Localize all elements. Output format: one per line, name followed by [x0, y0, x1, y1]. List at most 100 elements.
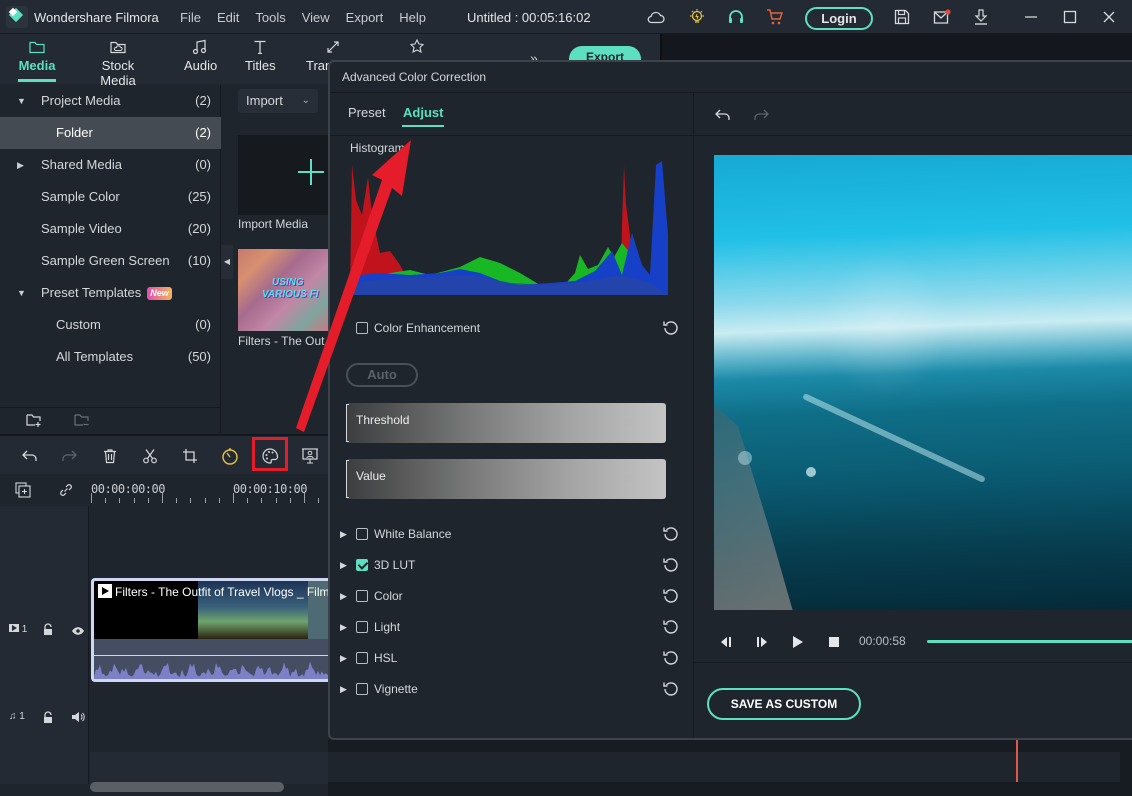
stop-icon[interactable] [826, 634, 842, 650]
playback-progress-bar[interactable] [927, 640, 1132, 643]
download-icon[interactable] [972, 8, 990, 26]
section-checkbox[interactable] [356, 559, 368, 571]
expand-arrow-icon[interactable]: ▶ [340, 560, 347, 571]
sidebar-item-custom[interactable]: Custom (0) [0, 309, 221, 341]
sidebar-item-sample-green-screen[interactable]: Sample Green Screen (10) [0, 245, 221, 277]
expand-arrow-icon[interactable]: ▶ [340, 591, 347, 602]
section-vignette[interactable]: ▶ Vignette [340, 680, 680, 700]
expand-arrow-icon[interactable]: ▶ [340, 622, 347, 633]
login-button[interactable]: Login [805, 7, 873, 30]
tab-stock-media[interactable]: Stock Media [85, 38, 151, 88]
import-media-tile[interactable] [238, 135, 332, 215]
expand-arrow-icon[interactable]: ▶ [17, 149, 24, 181]
step-forward-icon[interactable] [754, 634, 770, 650]
section-checkbox[interactable] [356, 590, 368, 602]
auto-button[interactable]: Auto [346, 363, 418, 387]
redo-icon[interactable] [59, 446, 79, 466]
mail-icon[interactable] [933, 8, 951, 26]
tab-audio[interactable]: Audio [184, 38, 217, 73]
menu-view[interactable]: View [302, 10, 330, 25]
tab-media[interactable]: Media [18, 38, 56, 82]
reset-icon[interactable] [662, 525, 680, 543]
section-checkbox[interactable] [356, 683, 368, 695]
tab-effects[interactable] [407, 38, 427, 56]
reset-icon[interactable] [662, 618, 680, 636]
undo-icon[interactable] [714, 107, 732, 126]
add-track-icon[interactable] [15, 482, 31, 501]
new-folder-icon[interactable] [26, 412, 42, 431]
reset-icon[interactable] [662, 680, 680, 698]
section-white-balance[interactable]: ▶ White Balance [340, 525, 680, 545]
reset-icon[interactable] [662, 587, 680, 605]
crop-icon[interactable] [180, 446, 200, 466]
tab-adjust[interactable]: Adjust [401, 105, 445, 127]
threshold-slider[interactable]: Threshold 0 [346, 403, 666, 443]
sidebar-item-folder[interactable]: Folder (2) [0, 117, 221, 149]
headset-icon[interactable] [727, 8, 745, 26]
eye-icon[interactable] [71, 624, 85, 639]
collapse-sidebar-handle[interactable]: ◀ [221, 245, 233, 279]
slider-handle[interactable] [346, 460, 349, 498]
maximize-icon[interactable] [1062, 9, 1078, 25]
sidebar-item-sample-color[interactable]: Sample Color (25) [0, 181, 221, 213]
play-icon[interactable] [790, 634, 806, 650]
sidebar-item-project-media[interactable]: ▼ Project Media (2) [0, 85, 221, 117]
sidebar-item-all-templates[interactable]: All Templates (50) [0, 341, 221, 373]
sidebar-item-shared-media[interactable]: ▶ Shared Media (0) [0, 149, 221, 181]
undo-icon[interactable] [20, 446, 40, 466]
color-enhancement-checkbox[interactable] [356, 322, 368, 334]
redo-icon[interactable] [752, 107, 770, 126]
import-dropdown[interactable]: Import ⌄ [238, 89, 318, 113]
save-icon[interactable] [893, 8, 911, 26]
close-icon[interactable] [1101, 9, 1117, 25]
timeline-video-clip[interactable]: Filters - The Outfit of Travel Vlogs _ F… [91, 578, 332, 682]
media-grid: Import ⌄ Import Media ◀ USING VARIOUS FI… [221, 85, 332, 433]
timeline-ruler[interactable]: 00:00:00:00 00:00:10:00 [90, 474, 332, 506]
reset-icon[interactable] [662, 649, 680, 667]
lock-icon[interactable] [42, 623, 54, 639]
tab-preset[interactable]: Preset [348, 105, 386, 120]
expand-arrow-icon[interactable]: ▼ [17, 277, 26, 309]
media-clip-thumbnail[interactable]: USING VARIOUS FI [238, 249, 332, 331]
timeline-tracks: Filters - The Outfit of Travel Vlogs _ F… [90, 506, 332, 784]
expand-arrow-icon[interactable]: ▶ [340, 653, 347, 664]
sidebar-item-sample-video[interactable]: Sample Video (20) [0, 213, 221, 245]
step-back-icon[interactable] [718, 634, 734, 650]
delete-folder-icon[interactable] [74, 412, 90, 431]
minimize-icon[interactable] [1023, 9, 1039, 25]
speed-icon[interactable] [220, 446, 240, 466]
expand-arrow-icon[interactable]: ▼ [17, 85, 26, 117]
reset-icon[interactable] [662, 556, 680, 574]
menu-file[interactable]: File [180, 10, 201, 25]
section-checkbox[interactable] [356, 528, 368, 540]
expand-arrow-icon[interactable]: ▶ [340, 684, 347, 695]
value-slider[interactable]: Value 0 [346, 459, 666, 499]
speaker-icon[interactable] [71, 711, 85, 726]
scissors-icon[interactable] [140, 446, 160, 466]
section-checkbox[interactable] [356, 621, 368, 633]
section-hsl[interactable]: ▶ HSL [340, 649, 680, 669]
link-icon[interactable] [58, 482, 74, 501]
tab-titles[interactable]: Titles [245, 38, 276, 73]
section-light[interactable]: ▶ Light [340, 618, 680, 638]
section-checkbox[interactable] [356, 652, 368, 664]
playhead[interactable] [1016, 738, 1018, 782]
reset-icon[interactable] [662, 319, 680, 337]
expand-arrow-icon[interactable]: ▶ [340, 529, 347, 540]
lock-icon[interactable] [42, 711, 54, 727]
slider-handle[interactable] [346, 404, 349, 442]
menu-tools[interactable]: Tools [255, 10, 285, 25]
section-color[interactable]: ▶ Color [340, 587, 680, 607]
menu-help[interactable]: Help [399, 10, 426, 25]
menu-export[interactable]: Export [346, 10, 384, 25]
menu-edit[interactable]: Edit [217, 10, 239, 25]
delete-icon[interactable] [100, 446, 120, 466]
cloud-icon[interactable] [647, 8, 665, 26]
section-3d-lut[interactable]: ▶ 3D LUT [340, 556, 680, 576]
lightbulb-icon[interactable] [688, 8, 706, 26]
timeline-scrollbar[interactable] [90, 782, 284, 792]
cart-icon[interactable] [766, 8, 784, 26]
sidebar-item-preset-templates[interactable]: ▼ Preset Templates New [0, 277, 221, 309]
green-screen-icon[interactable] [300, 446, 320, 466]
save-as-custom-button[interactable]: SAVE AS CUSTOM [707, 688, 861, 720]
